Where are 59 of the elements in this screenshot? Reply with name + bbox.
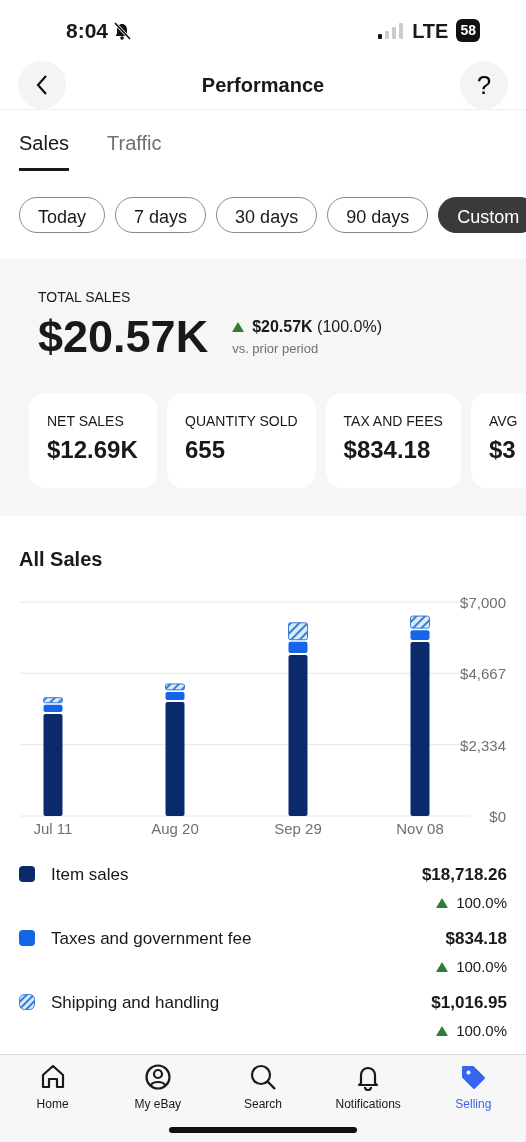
legend-amount: $834.18 [444,928,507,951]
comparison-text: vs. prior period [232,340,320,358]
change-text: $20.57K (100.0%) [252,317,382,337]
up-triangle-icon [232,321,245,333]
network-text: LTE [412,18,449,44]
bar [410,615,430,629]
metric-label: TAX AND FEES [343,412,443,432]
axis-label: $7,000 [460,594,506,612]
metric-value: $12.69K [47,435,139,466]
nav-tab[interactable]: Selling [423,1063,524,1114]
legend-label: Item sales [51,864,129,887]
change-percent: 100.0% [456,1020,507,1041]
axis-label: $2,334 [460,736,506,754]
tag-icon [459,1063,488,1092]
range-chip[interactable]: Today [19,197,106,234]
legend-label: Taxes and government fee [51,928,252,951]
nav-tab[interactable]: Notifications [318,1063,419,1114]
signal-icon [378,22,405,39]
total-label: TOTAL SALES [37,288,132,308]
up-triangle-icon [436,897,449,909]
legend-amount: $1,016.95 [431,992,507,1015]
metric-label: NET SALES [47,412,125,432]
axis-label: Sep 29 [274,820,322,838]
metric-value: 655 [185,435,227,466]
metric-value: $3 [488,435,517,466]
tab[interactable]: Sales [19,128,70,172]
legend-amount: $18,718.26 [421,864,507,887]
axis-label: Aug 20 [151,820,199,838]
page-title: Performance [201,73,325,99]
range-chip[interactable]: 30 days [216,197,318,234]
up-triangle-icon [436,1025,449,1037]
battery-icon: 58 [456,19,480,43]
section-title: All Sales [18,547,104,573]
search-icon [248,1063,277,1092]
person-icon [143,1063,172,1092]
tab[interactable]: Traffic [107,128,162,172]
back-button[interactable] [18,61,66,110]
nav-tab[interactable]: Home [2,1063,103,1114]
range-chip[interactable]: Custom [438,197,526,234]
up-triangle-icon [436,961,449,973]
change-percent: 100.0% [456,956,507,977]
metric-label: QUANTITY SOLD [185,412,298,432]
metric-label: AVG [488,412,519,432]
axis-label: $0 [489,808,506,826]
total-value: $20.57K [38,314,209,360]
range-chip[interactable]: 90 days [327,197,429,234]
chevron-left-icon [35,74,49,97]
legend-label: Shipping and handling [51,992,220,1015]
help-button[interactable]: ? [460,61,508,110]
axis-label: Nov 08 [396,820,444,838]
nav-tab[interactable]: My eBay [107,1063,208,1114]
axis-label: $4,667 [460,665,506,683]
metric-value: $834.18 [343,435,432,466]
range-chip[interactable]: 7 days [115,197,207,234]
clock-text: 8:04 [66,17,109,44]
nav-tab[interactable]: Search [212,1063,313,1114]
axis-label: Jul 11 [33,820,73,838]
change-percent: 100.0% [456,892,507,913]
bell-slash-icon [112,20,133,41]
